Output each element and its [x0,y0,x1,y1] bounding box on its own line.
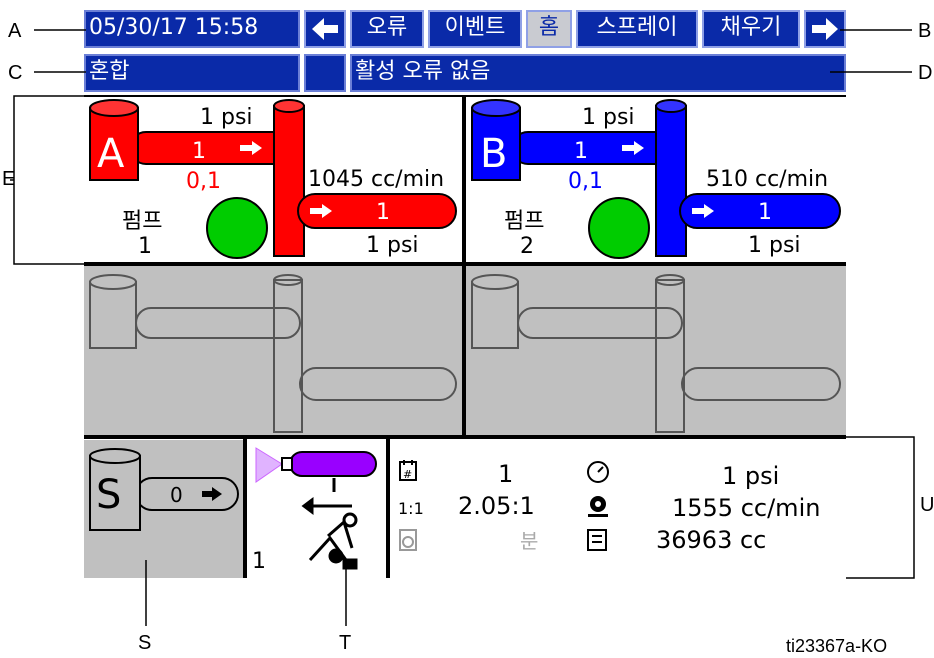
gun-number: 1 [252,549,266,574]
total-flow-rate: 1555 cc/min [672,494,820,522]
pump-b-number: 2 [520,234,534,259]
callout-s: S [138,632,152,654]
pump-a-riser [273,105,305,257]
figure-id: ti23367a-KO [786,636,888,656]
callout-t: T [339,632,352,654]
pump-b-riser [655,105,687,257]
total-volume: 36963 cc [656,526,766,554]
callout-b: B [918,20,932,42]
spray-pattern-icon [255,447,283,483]
pump-a-inlet-pressure: 1 psi [200,105,253,130]
figure: 05/30/17 15:58 오류 이벤트 홈 스프레이 채우기 혼합 활성 오… [0,0,934,658]
pot-life-unit: 분 [520,529,538,553]
pump-b-inlet-pipe [511,131,681,165]
svg-text:#: # [403,468,412,481]
pump-a-ratio: 0,1 [186,169,221,194]
pump-a-letter: A [97,131,125,177]
summary-panel: # 1 1:1 2.05:1 분 1 psi 1555 cc/min 36963… [398,460,820,554]
recipe-number: 1 [498,460,513,488]
pump-b-ratio: 0,1 [568,169,603,194]
pump-a-number: 1 [138,234,152,259]
callout-a: A [8,20,22,42]
total-pressure: 1 psi [722,462,779,490]
pump-a-outlet-pressure: 1 psi [366,233,419,258]
pump-a-flow-rate: 1045 cc/min [308,167,444,192]
pot-life-icon [399,529,417,551]
pump-b-outlet-flow: 1 [758,200,772,225]
pump-b-inlet-pressure: 1 psi [582,105,635,130]
gun-diagram: 1 [252,447,377,574]
pump-a-inlet-flow: 1 [192,139,206,164]
pump-a-diagram: A 1 psi 1 0,1 1045 cc/min 1 1 psi 펌프 1 [89,99,457,259]
pump-b-inlet-flow: 1 [574,139,588,164]
pump-b-flow-rate: 510 cc/min [706,167,828,192]
pump-b-diagram: B 1 psi 1 0,1 510 cc/min 1 1 psi 펌프 2 [471,99,841,259]
ratio-icon: 1:1 [398,499,424,518]
solvent-flow: 0 [170,483,183,507]
flow-gear-icon [588,496,608,517]
pump-b-status-light [588,197,650,259]
robot-arm-icon [301,478,358,570]
pump-a-outlet-flow: 1 [376,200,390,225]
pump-b-outlet-pressure: 1 psi [748,233,801,258]
callout-e: E [2,168,16,190]
pump-a-status-light [206,197,268,259]
solvent-letter: S [96,472,121,518]
callout-d: D [918,62,933,84]
callout-c: C [8,62,23,84]
callout-u: U [920,494,934,516]
mix-ratio: 2.05:1 [458,492,535,520]
pressure-gauge-icon [587,461,609,483]
recipe-icon: # [399,460,417,481]
pump-a-inlet-pipe [129,131,299,165]
pump-b-letter: B [480,131,507,177]
pump-b-label: 펌프 [504,209,544,234]
pump-a-label: 펌프 [122,209,162,234]
gun-barrel [289,451,377,477]
screen-graphics: A 1 psi 1 0,1 1045 cc/min 1 1 psi 펌프 1 B… [10,29,915,626]
totalizer-icon [587,529,607,551]
